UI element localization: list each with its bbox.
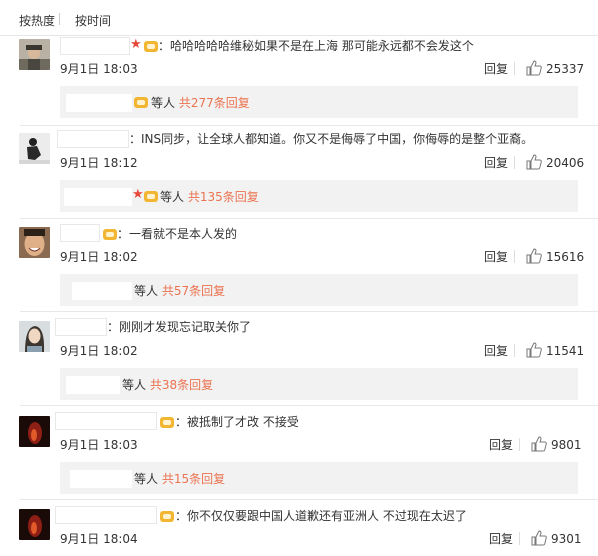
comment-time: 9月1日 18:03: [60, 62, 138, 76]
vip-badge-icon: [160, 511, 174, 522]
sub-reply-box[interactable]: 等人 共38条回复: [60, 368, 578, 400]
reply-button[interactable]: 回复: [484, 156, 508, 170]
username-redacted[interactable]: [60, 37, 130, 55]
sort-bar: 按热度 按时间: [0, 0, 598, 35]
crown-icon: ★: [130, 37, 142, 52]
comment-separator: [20, 125, 598, 126]
sub-reply-count-link[interactable]: 共57条回复: [162, 284, 225, 298]
sub-suffix: 等人: [134, 284, 159, 298]
sub-reply-summary: 等人 共57条回复: [134, 283, 225, 299]
comment-text: ：你不仅仅要跟中国人道歉还有亚洲人 不过现在太迟了: [175, 509, 467, 523]
sub-reply-box[interactable]: 等人 共15条回复: [60, 462, 578, 494]
sort-bar-divider: [0, 35, 598, 36]
sub-reply-count-link[interactable]: 共38条回复: [150, 378, 213, 392]
comment-separator: [20, 405, 598, 406]
action-divider: [514, 250, 515, 263]
comment-time: 9月1日 18:12: [60, 156, 138, 170]
sub-username-redacted[interactable]: [66, 376, 120, 394]
sub-username-redacted[interactable]: [66, 94, 132, 112]
sub-reply-box[interactable]: 等人 共57条回复: [60, 274, 578, 306]
sub-username-redacted[interactable]: [64, 188, 132, 206]
like-thumb-icon[interactable]: [526, 342, 542, 358]
like-thumb-icon[interactable]: [526, 248, 542, 264]
comment-separator: [20, 499, 598, 500]
sub-reply-summary: 等人 共38条回复: [122, 377, 213, 393]
like-count: 15616: [546, 250, 585, 264]
username-redacted[interactable]: [55, 412, 157, 430]
reply-button[interactable]: 回复: [484, 344, 508, 358]
sub-suffix: 等人: [134, 472, 159, 486]
vip-badge-icon: [134, 97, 148, 108]
sub-reply-box[interactable]: 等人 共277条回复: [60, 86, 578, 118]
like-thumb-icon[interactable]: [531, 436, 547, 452]
comment-separator: [20, 218, 598, 219]
avatar-person-crouching-icon[interactable]: [19, 133, 50, 164]
username-redacted[interactable]: [55, 506, 157, 524]
like-thumb-icon[interactable]: [531, 530, 547, 546]
like-count: 25337: [546, 62, 585, 76]
avatar-man-hat-icon[interactable]: [19, 39, 50, 70]
avatar-smiling-face-icon[interactable]: [19, 227, 50, 258]
sub-username-redacted[interactable]: [72, 282, 132, 300]
like-count: 9301: [551, 532, 582, 546]
username-redacted[interactable]: [57, 130, 129, 148]
vip-badge-icon: [144, 41, 158, 52]
like-count: 9801: [551, 438, 582, 452]
vip-badge-icon: [144, 191, 158, 202]
like-count: 11541: [546, 344, 585, 358]
sub-reply-count-link[interactable]: 共135条回复: [188, 190, 259, 204]
comment-separator: [20, 311, 598, 312]
sub-reply-summary: 等人 共135条回复: [160, 189, 259, 205]
sub-username-redacted[interactable]: [70, 470, 132, 488]
action-divider: [514, 62, 515, 75]
sub-suffix: 等人: [151, 96, 176, 110]
vip-badge-icon: [160, 417, 174, 428]
action-divider: [519, 532, 520, 545]
vip-badge-icon: [103, 229, 117, 240]
comment-time: 9月1日 18:03: [60, 438, 138, 452]
sub-reply-summary: 等人 共277条回复: [151, 95, 250, 111]
sub-suffix: 等人: [122, 378, 147, 392]
crown-icon: ★: [132, 187, 144, 202]
reply-button[interactable]: 回复: [484, 62, 508, 76]
like-thumb-icon[interactable]: [526, 154, 542, 170]
sort-divider: [59, 13, 60, 25]
sub-reply-box[interactable]: ★ 等人 共135条回复: [60, 180, 578, 212]
comment-text: ：刚刚才发现忘记取关你了: [107, 320, 252, 334]
comment-text: ：被抵制了才改 不接受: [175, 415, 299, 429]
action-divider: [514, 344, 515, 357]
reply-button[interactable]: 回复: [484, 250, 508, 264]
sub-reply-summary: 等人 共15条回复: [134, 471, 225, 487]
comment-time: 9月1日 18:02: [60, 344, 138, 358]
comment-text: ：哈哈哈哈哈维秘如果不是在上海 那可能永远都不会发这个: [158, 39, 474, 53]
comment-text: ：INS同步，让全球人都知道。你又不是侮辱了中国，你侮辱的是整个亚裔。: [129, 132, 534, 146]
sub-reply-count-link[interactable]: 共277条回复: [179, 96, 250, 110]
reply-button[interactable]: 回复: [489, 532, 513, 546]
avatar-dark-red-icon[interactable]: [19, 416, 50, 447]
like-count: 20406: [546, 156, 585, 170]
comment-text: ：一看就不是本人发的: [117, 227, 238, 241]
avatar-dark-red-icon[interactable]: [19, 509, 50, 540]
username-redacted[interactable]: [60, 224, 100, 242]
reply-button[interactable]: 回复: [489, 438, 513, 452]
comment-time: 9月1日 18:04: [60, 532, 138, 546]
action-divider: [514, 156, 515, 169]
sub-suffix: 等人: [160, 190, 185, 204]
username-redacted[interactable]: [55, 318, 107, 336]
sort-by-hot-tab[interactable]: 按热度: [19, 12, 55, 29]
like-thumb-icon[interactable]: [526, 60, 542, 76]
avatar-woman-portrait-icon[interactable]: [19, 321, 50, 352]
comment-time: 9月1日 18:02: [60, 250, 138, 264]
sub-reply-count-link[interactable]: 共15条回复: [162, 472, 225, 486]
sort-by-time-tab[interactable]: 按时间: [75, 12, 111, 29]
action-divider: [519, 438, 520, 451]
